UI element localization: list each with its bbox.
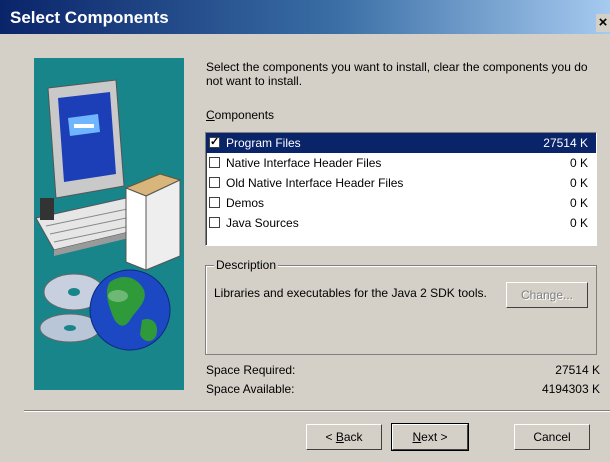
- checkbox[interactable]: [209, 157, 220, 168]
- description-text: Libraries and executables for the Java 2…: [214, 286, 487, 300]
- list-item[interactable]: Native Interface Header Files 0 K: [206, 153, 596, 173]
- list-item[interactable]: Java Sources 0 K: [206, 213, 596, 233]
- next-button[interactable]: Next >: [391, 423, 469, 451]
- component-size: 0 K: [569, 196, 588, 210]
- components-label-rest: omponents: [214, 108, 275, 122]
- list-item[interactable]: Demos 0 K: [206, 193, 596, 213]
- title-bar[interactable]: Select Components ×: [0, 0, 610, 34]
- checkbox[interactable]: ✓: [209, 137, 220, 148]
- back-button[interactable]: < Back: [306, 424, 382, 450]
- component-name: Demos: [226, 196, 265, 210]
- back-rest: ack: [343, 430, 363, 444]
- component-size: 27514 K: [543, 136, 588, 150]
- space-available-value: 4194303 K: [541, 382, 600, 396]
- list-item[interactable]: Old Native Interface Header Files 0 K: [206, 173, 596, 193]
- setup-illustration: [34, 58, 184, 390]
- component-name: Program Files: [226, 136, 301, 150]
- cancel-button[interactable]: Cancel: [514, 424, 590, 450]
- space-required-label: Space Required:: [206, 363, 296, 377]
- back-prefix: <: [325, 430, 336, 444]
- components-label-mnemonic: C: [206, 108, 215, 122]
- close-button[interactable]: ×: [596, 14, 610, 32]
- next-mnemonic: N: [412, 430, 422, 444]
- next-rest: ext >: [421, 430, 448, 444]
- space-required-row: Space Required: 27514 K: [206, 363, 600, 379]
- component-name: Native Interface Header Files: [226, 156, 382, 170]
- description-group: Description Libraries and executables fo…: [205, 258, 597, 355]
- checkbox[interactable]: [209, 197, 220, 208]
- window-title: Select Components: [10, 8, 169, 27]
- component-size: 0 K: [569, 216, 588, 230]
- back-mnemonic: B: [335, 430, 344, 444]
- checkbox[interactable]: [209, 217, 220, 228]
- components-label: Components: [206, 108, 274, 122]
- checkbox[interactable]: [209, 177, 220, 188]
- components-list[interactable]: ✓ Program Files 27514 K Native Interface…: [205, 132, 597, 246]
- space-available-row: Space Available: 4194303 K: [206, 382, 600, 398]
- footer-divider: [24, 410, 610, 412]
- change-button[interactable]: Change...: [506, 282, 588, 308]
- description-legend: Description: [214, 258, 279, 272]
- illustration-svg: [35, 79, 182, 351]
- space-required-value: 27514 K: [555, 363, 600, 377]
- component-name: Old Native Interface Header Files: [226, 176, 404, 190]
- component-size: 0 K: [569, 176, 588, 190]
- instruction-text: Select the components you want to instal…: [206, 60, 588, 88]
- computer-monitor-icon: [47, 79, 125, 199]
- space-available-label: Space Available:: [206, 382, 295, 396]
- globe-icon: [89, 269, 171, 351]
- component-size: 0 K: [569, 156, 588, 170]
- list-item[interactable]: ✓ Program Files 27514 K: [206, 133, 596, 153]
- computer-box-icon: [124, 173, 182, 271]
- component-name: Java Sources: [226, 216, 299, 230]
